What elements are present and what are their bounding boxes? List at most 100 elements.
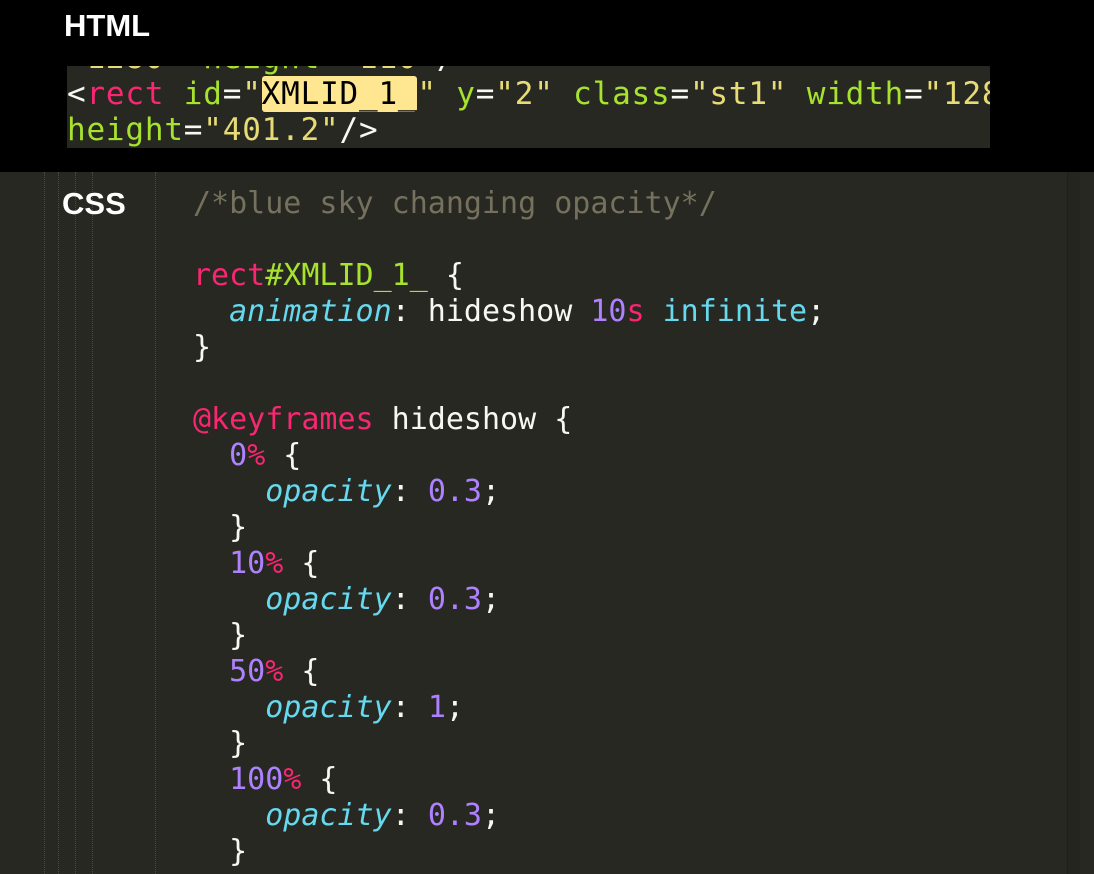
code-line: 100% { [193,762,825,798]
code-token: "401.2" [203,112,340,148]
code-token: { [283,546,320,581]
code-token: 100 [229,762,284,797]
code-token: /> [437,66,476,76]
code-token: 0 [229,438,248,473]
code-line: 10% { [193,546,825,582]
code-token: = [904,76,924,112]
code-token: #XMLID_1_ [265,258,428,293]
code-token: } [193,510,248,545]
css-editor-panel: /*blue sky changing opacity*/ rect#XMLID_… [0,172,1094,874]
code-token: 50 [229,654,266,689]
code-token: opacity [265,582,392,617]
code-line: /*blue sky changing opacity*/ [193,186,825,222]
css-section-label: CSS [62,186,126,221]
code-token: ; [482,582,501,617]
code-line: } [193,726,825,762]
code-token: } [193,870,211,874]
code-token: " [242,76,262,112]
code-token: width [806,76,905,112]
code-line: } [193,510,825,546]
html-code-lines: "1280" height="110"/><rect id="XMLID_1_"… [67,66,990,148]
code-token: "1280" [923,76,990,112]
code-token: /> [339,112,379,148]
code-token: " [417,76,437,112]
code-token: 10 [590,294,627,329]
code-token: ; [807,294,826,329]
code-token: /*blue sky changing opacity*/ [193,186,717,221]
code-line: "1280" height="110"/> [67,66,990,76]
code-token: < [67,76,87,112]
code-token: rect [193,258,266,293]
code-token: ; [482,474,501,509]
code-token: opacity [265,798,392,833]
code-token: = [475,76,496,112]
code-token: animation [229,294,392,329]
code-token: { [427,258,464,293]
code-token: 0.3 [427,582,482,617]
code-line: } [193,618,825,654]
code-token: : [391,582,428,617]
code-token: 0.3 [427,798,482,833]
html-section-label: HTML [64,8,151,43]
code-token: 0.3 [427,474,482,509]
code-line: } [193,870,825,874]
code-token: = [320,66,339,76]
code-line: opacity: 1; [193,690,825,726]
code-token: hideshow { [373,402,573,437]
code-line: opacity: 0.3; [193,474,825,510]
code-token: { [283,654,320,689]
code-token: height [203,66,320,76]
indent-guide [44,172,45,874]
code-token: : [391,798,428,833]
editor-scrollbar[interactable] [1067,172,1080,874]
code-line: @keyframes hideshow { [193,402,825,438]
code-token: : [391,690,428,725]
code-line: opacity: 0.3; [193,582,825,618]
code-token: { [301,762,338,797]
code-token: 10 [229,546,266,581]
code-token: opacity [265,690,392,725]
code-line: <rect id="XMLID_1_" y="2" class="st1" wi… [67,76,990,112]
code-line: 50% { [193,654,825,690]
code-token: ; [445,690,464,725]
code-token: height [67,112,184,148]
code-token: } [193,618,248,653]
code-token: = [183,112,204,148]
code-token: ; [482,798,501,833]
code-line: animation: hideshow 10s infinite; [193,294,825,330]
code-token: infinite [662,294,808,329]
code-token: "110" [340,66,437,76]
code-line: rect#XMLID_1_ { [193,258,825,294]
indent-guide [75,172,76,874]
search-highlight: XMLID_1_ [261,76,418,112]
code-token: "1280" [67,66,203,76]
code-token: } [193,330,212,365]
code-token: = [670,76,690,112]
indent-guide [155,172,156,874]
code-line: } [193,330,825,366]
code-token: y [456,76,476,112]
code-line: height="401.2"/> [67,112,990,148]
code-token: } [193,726,248,761]
code-token: opacity [265,474,392,509]
code-token: = [222,76,243,112]
code-token: class [573,76,671,112]
css-code-lines: /*blue sky changing opacity*/ rect#XMLID_… [193,186,825,874]
code-token: s [626,294,645,329]
code-token: : hideshow [391,294,591,329]
code-token: % [265,546,284,581]
code-line: opacity: 0.3; [193,798,825,834]
